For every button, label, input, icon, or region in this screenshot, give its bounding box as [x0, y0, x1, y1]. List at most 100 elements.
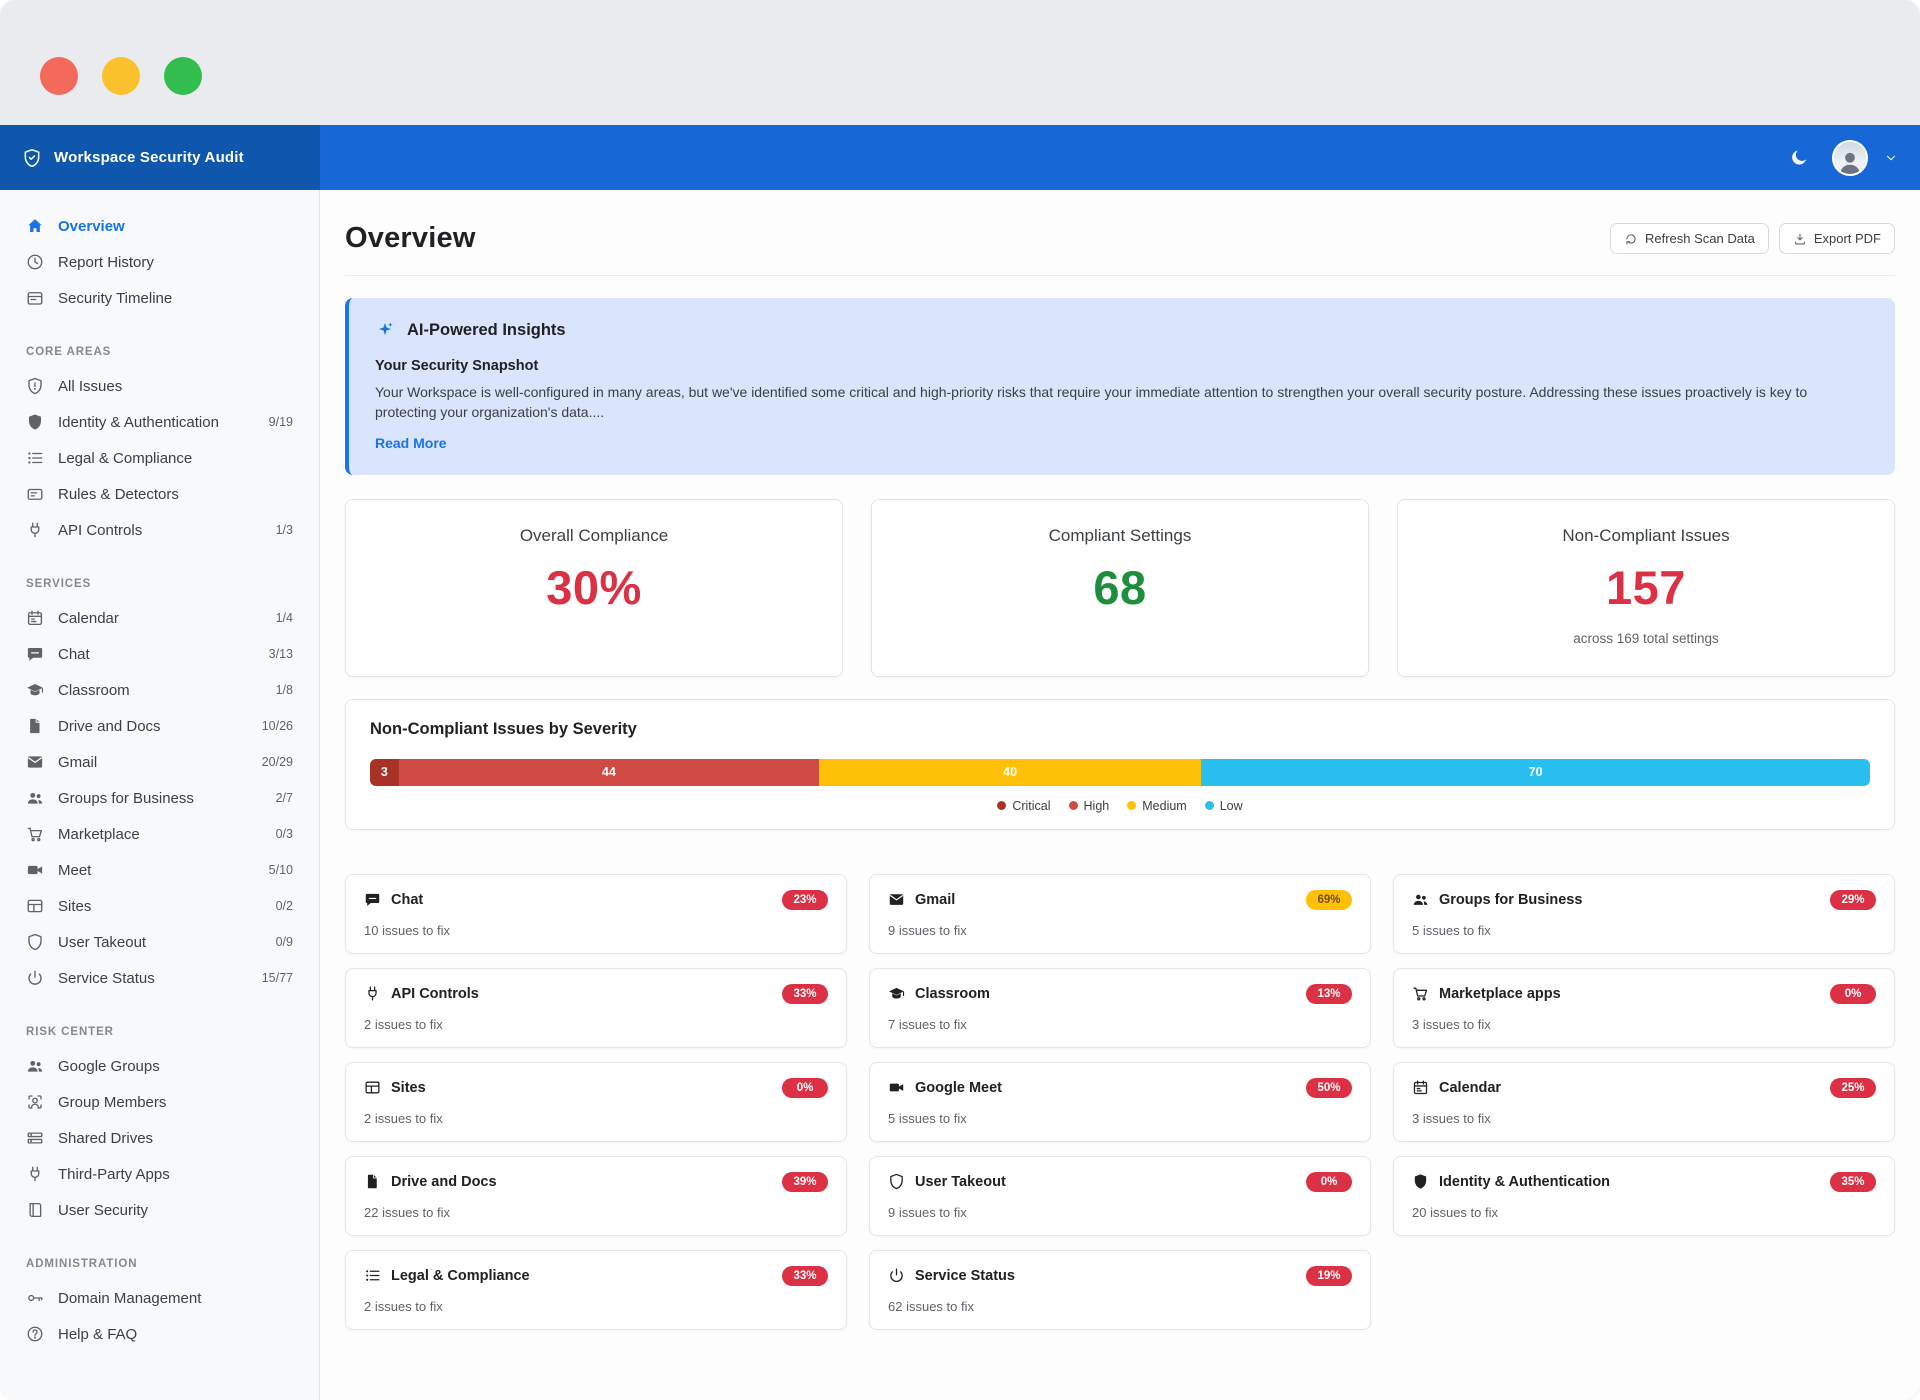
service-compliance-badge: 39% [782, 1172, 828, 1192]
service-card-legal-compliance[interactable]: Legal & Compliance33%2 issues to fix [345, 1250, 847, 1330]
service-card-header: API Controls33% [364, 984, 828, 1004]
service-compliance-badge: 0% [782, 1078, 828, 1098]
sidebar-item-label: Chat [58, 646, 255, 663]
sidebar-item-count: 15/77 [262, 971, 293, 985]
service-name: User Takeout [915, 1174, 1296, 1190]
service-card-groups-for-business[interactable]: Groups for Business29%5 issues to fix [1393, 874, 1895, 954]
shield-fill-icon [26, 413, 44, 431]
service-card-google-meet[interactable]: Google Meet50%5 issues to fix [869, 1062, 1371, 1142]
stat-label: Compliant Settings [892, 526, 1348, 546]
list-icon [364, 1267, 381, 1284]
sidebar-item-all-issues[interactable]: All Issues [0, 368, 319, 404]
sidebar-item-identity-authentication[interactable]: Identity & Authentication9/19 [0, 404, 319, 440]
service-card-header: User Takeout0% [888, 1172, 1352, 1192]
sidebar: OverviewReport HistorySecurity TimelineC… [0, 190, 320, 1400]
service-card-classroom[interactable]: Classroom13%7 issues to fix [869, 968, 1371, 1048]
sidebar-item-service-status[interactable]: Service Status15/77 [0, 960, 319, 996]
sidebar-item-label: Overview [58, 218, 293, 235]
main-content: Overview Refresh Scan Data Export PDF [320, 190, 1920, 1400]
sidebar-item-marketplace[interactable]: Marketplace0/3 [0, 816, 319, 852]
service-card-calendar[interactable]: Calendar25%3 issues to fix [1393, 1062, 1895, 1142]
book-icon [26, 1201, 44, 1219]
stat-label: Overall Compliance [366, 526, 822, 546]
service-name: Drive and Docs [391, 1174, 772, 1190]
service-card-chat[interactable]: Chat23%10 issues to fix [345, 874, 847, 954]
sidebar-item-security-timeline[interactable]: Security Timeline [0, 280, 319, 316]
sidebar-item-meet[interactable]: Meet5/10 [0, 852, 319, 888]
shield-check-icon [22, 148, 42, 168]
service-card-identity-authentication[interactable]: Identity & Authentication35%20 issues to… [1393, 1156, 1895, 1236]
stat-card-overall-compliance: Overall Compliance 30% [345, 499, 843, 677]
window-control-close[interactable] [40, 57, 78, 95]
service-compliance-badge: 35% [1830, 1172, 1876, 1192]
service-name: Marketplace apps [1439, 986, 1820, 1002]
sidebar-item-user-takeout[interactable]: User Takeout0/9 [0, 924, 319, 960]
window-control-minimize[interactable] [102, 57, 140, 95]
plug-icon [364, 985, 381, 1002]
shield-fill-icon [1412, 1173, 1429, 1190]
window-controls [40, 57, 202, 95]
sidebar-item-gmail[interactable]: Gmail20/29 [0, 744, 319, 780]
sidebar-item-google-groups[interactable]: Google Groups [0, 1048, 319, 1084]
legend-dot [997, 801, 1006, 810]
service-compliance-badge: 23% [782, 890, 828, 910]
service-card-user-takeout[interactable]: User Takeout0%9 issues to fix [869, 1156, 1371, 1236]
service-card-gmail[interactable]: Gmail69%9 issues to fix [869, 874, 1371, 954]
sidebar-item-label: User Takeout [58, 934, 262, 951]
export-pdf-button[interactable]: Export PDF [1779, 223, 1895, 254]
service-card-drive-and-docs[interactable]: Drive and Docs39%22 issues to fix [345, 1156, 847, 1236]
refresh-scan-data-button[interactable]: Refresh Scan Data [1610, 223, 1769, 254]
sidebar-item-api-controls[interactable]: API Controls1/3 [0, 512, 319, 548]
service-card-sites[interactable]: Sites0%2 issues to fix [345, 1062, 847, 1142]
service-card-marketplace-apps[interactable]: Marketplace apps0%3 issues to fix [1393, 968, 1895, 1048]
sidebar-section-label: ADMINISTRATION [0, 1228, 319, 1280]
sidebar-item-count: 20/29 [262, 755, 293, 769]
sidebar-item-shared-drives[interactable]: Shared Drives [0, 1120, 319, 1156]
dark-mode-toggle[interactable] [1782, 141, 1816, 175]
person-badge-icon [26, 1093, 44, 1111]
service-name: Groups for Business [1439, 892, 1820, 908]
user-menu-button[interactable] [1884, 151, 1898, 165]
sidebar-item-count: 1/4 [276, 611, 293, 625]
sidebar-item-calendar[interactable]: Calendar1/4 [0, 600, 319, 636]
sidebar-item-drive-and-docs[interactable]: Drive and Docs10/26 [0, 708, 319, 744]
sidebar-item-overview[interactable]: Overview [0, 208, 319, 244]
sidebar-item-user-security[interactable]: User Security [0, 1192, 319, 1228]
stat-value: 30% [366, 560, 822, 615]
service-name: Legal & Compliance [391, 1268, 772, 1284]
avatar[interactable] [1832, 140, 1868, 176]
service-compliance-badge: 19% [1306, 1266, 1352, 1286]
severity-stacked-bar: 3444070 [370, 759, 1870, 786]
sidebar-section-label: CORE AREAS [0, 316, 319, 368]
service-card-service-status[interactable]: Service Status19%62 issues to fix [869, 1250, 1371, 1330]
sidebar-item-rules-detectors[interactable]: Rules & Detectors [0, 476, 319, 512]
service-card-header: Drive and Docs 39% [364, 1172, 828, 1192]
sidebar-item-label: Marketplace [58, 826, 262, 843]
plug-icon [26, 1165, 44, 1183]
stat-subtext: across 169 total settings [1418, 631, 1874, 646]
service-issues-count: 10 issues to fix [364, 923, 828, 938]
read-more-link[interactable]: Read More [375, 435, 447, 451]
ai-insights-title: AI-Powered Insights [407, 321, 566, 340]
sidebar-item-count: 10/26 [262, 719, 293, 733]
sidebar-item-report-history[interactable]: Report History [0, 244, 319, 280]
service-compliance-badge: 33% [782, 984, 828, 1004]
service-issues-count: 3 issues to fix [1412, 1017, 1876, 1032]
sidebar-item-classroom[interactable]: Classroom1/8 [0, 672, 319, 708]
service-card-api-controls[interactable]: API Controls33%2 issues to fix [345, 968, 847, 1048]
service-card-header: Gmail69% [888, 890, 1352, 910]
severity-chart-card: Non-Compliant Issues by Severity 3444070… [345, 699, 1895, 830]
sidebar-item-third-party-apps[interactable]: Third-Party Apps [0, 1156, 319, 1192]
sidebar-item-domain-management[interactable]: Domain Management [0, 1280, 319, 1316]
service-compliance-badge: 69% [1306, 890, 1352, 910]
window-titlebar [0, 0, 1920, 125]
sidebar-item-group-members[interactable]: Group Members [0, 1084, 319, 1120]
sidebar-item-chat[interactable]: Chat3/13 [0, 636, 319, 672]
sidebar-item-help-faq[interactable]: Help & FAQ [0, 1316, 319, 1352]
sidebar-item-sites[interactable]: Sites0/2 [0, 888, 319, 924]
sidebar-item-legal-compliance[interactable]: Legal & Compliance [0, 440, 319, 476]
drive-icon [26, 1129, 44, 1147]
sidebar-item-label: Third-Party Apps [58, 1166, 293, 1183]
window-control-zoom[interactable] [164, 57, 202, 95]
sidebar-item-groups-for-business[interactable]: Groups for Business2/7 [0, 780, 319, 816]
